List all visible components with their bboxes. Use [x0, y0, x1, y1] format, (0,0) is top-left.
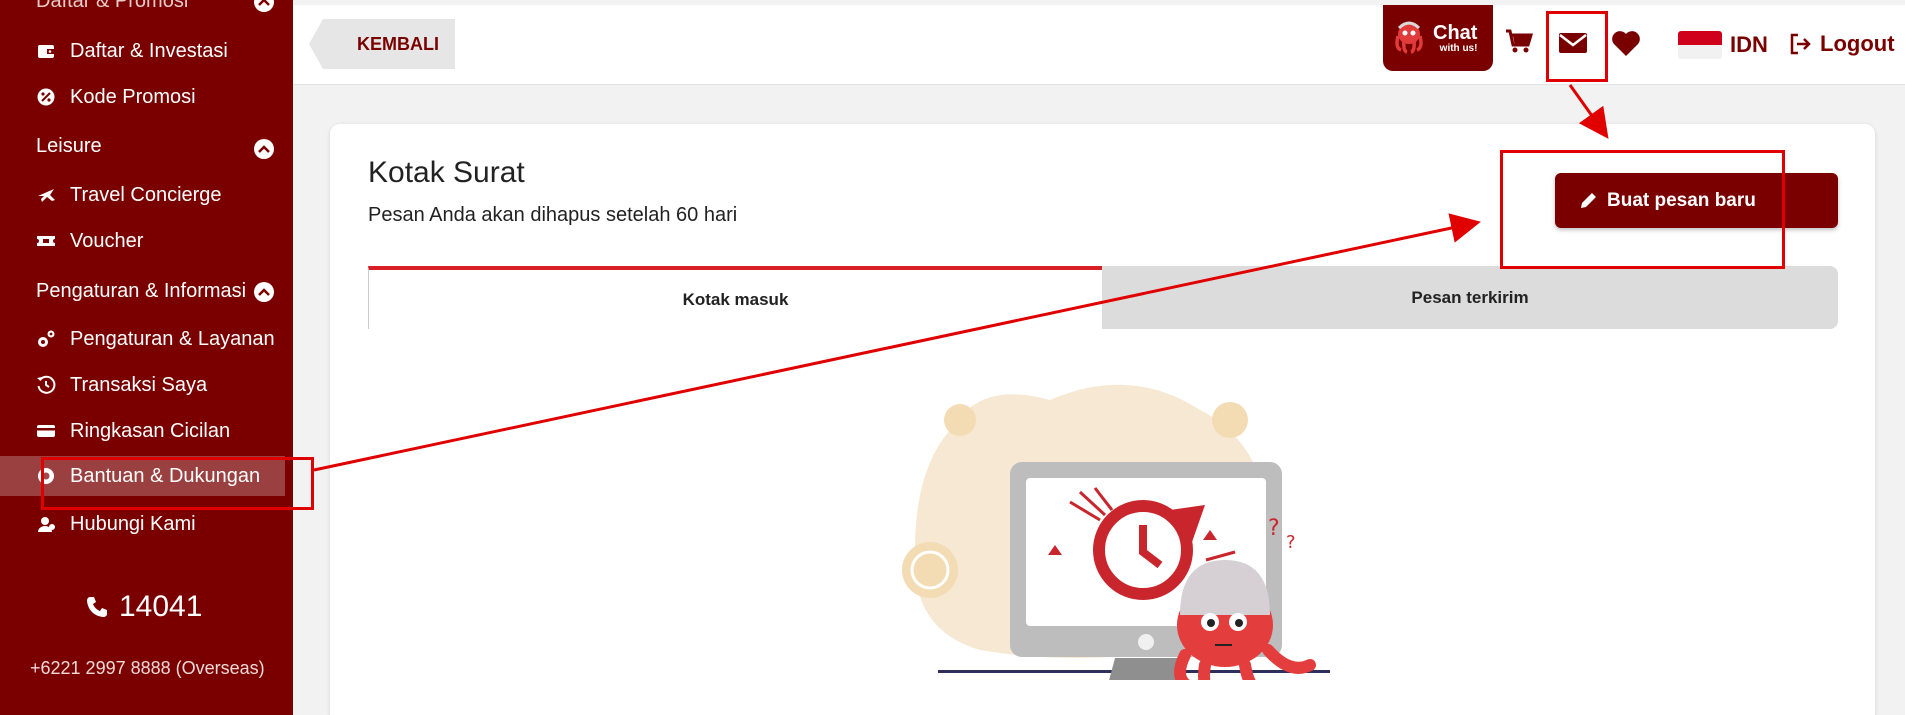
chevron-up-icon[interactable] — [254, 0, 274, 12]
phone-number[interactable]: 14041 — [85, 590, 202, 624]
phone-number-text: 14041 — [119, 590, 203, 623]
chevron-up-icon[interactable] — [254, 282, 274, 302]
chat-button[interactable]: Chat with us! — [1383, 5, 1493, 71]
tab-sent[interactable]: Pesan terkirim — [1102, 266, 1838, 329]
sidebar-item-ringkasan-cicilan[interactable]: Ringkasan Cicilan — [36, 411, 286, 451]
svg-text:?: ? — [1286, 532, 1296, 553]
ticket-icon — [36, 231, 56, 251]
sidebar-section-promo[interactable]: Daftar & Promosi — [36, 0, 188, 13]
mailbox-tabs: Kotak masuk Pesan terkirim — [368, 266, 1838, 329]
svg-text:?: ? — [1268, 516, 1280, 541]
sidebar-item-label: Kode Promosi — [70, 85, 196, 108]
logout-icon — [1788, 32, 1812, 56]
chat-title: Chat — [1433, 21, 1478, 44]
heart-icon[interactable] — [1611, 29, 1641, 62]
logout-button[interactable]: Logout — [1788, 31, 1895, 57]
top-header: KEMBALI Chat with us! IDN Logout — [293, 5, 1905, 85]
sidebar-item-daftar-investasi[interactable]: Daftar & Investasi — [36, 31, 286, 71]
sidebar-item-pengaturan-layanan[interactable]: Pengaturan & Layanan — [36, 319, 286, 359]
sidebar-item-hubungi-kami[interactable]: Hubungi Kami — [36, 504, 286, 544]
sidebar-item-label: Hubungi Kami — [70, 512, 196, 535]
sidebar-item-label: Transaksi Saya — [70, 373, 208, 396]
sidebar-item-label: Pengaturan & Layanan — [70, 327, 275, 350]
indonesia-flag-icon — [1678, 31, 1722, 59]
chevron-up-icon[interactable] — [254, 139, 274, 159]
cart-icon[interactable] — [1505, 29, 1534, 60]
page-subtitle: Pesan Anda akan dihapus setelah 60 hari — [368, 204, 738, 226]
sidebar-item-kode-promosi[interactable]: Kode Promosi — [36, 77, 286, 117]
card-icon — [36, 421, 56, 441]
sidebar-item-label: Daftar & Investasi — [70, 39, 228, 62]
logout-label: Logout — [1820, 31, 1895, 56]
page-title: Kotak Surat — [368, 156, 525, 189]
wallet-icon — [36, 41, 56, 61]
phone-icon — [85, 595, 109, 619]
sidebar-item-label: Ringkasan Cicilan — [70, 419, 231, 442]
overseas-phone: +6221 2997 8888 (Overseas) — [30, 658, 265, 678]
sidebar-item-label: Voucher — [70, 229, 144, 252]
tab-inbox[interactable]: Kotak masuk — [368, 266, 1102, 329]
annotation-box-mail — [1546, 11, 1608, 82]
language-selector[interactable]: IDN — [1678, 31, 1768, 59]
chat-subtitle: with us! — [1439, 42, 1478, 54]
sidebar-item-label: Travel Concierge — [70, 183, 222, 206]
sidebar: Daftar & Promosi Daftar & Investasi Kode… — [0, 0, 293, 715]
sidebar-item-travel-concierge[interactable]: Travel Concierge — [36, 175, 286, 215]
sidebar-item-voucher[interactable]: Voucher — [36, 221, 286, 261]
plane-icon — [36, 185, 56, 205]
sidebar-item-transaksi-saya[interactable]: Transaksi Saya — [36, 365, 286, 405]
sidebar-section-leisure[interactable]: Leisure — [36, 135, 102, 158]
octopus-mascot-icon — [1391, 20, 1427, 56]
history-icon — [36, 375, 56, 395]
gears-icon — [36, 329, 56, 349]
annotation-box-new-message — [1500, 150, 1785, 269]
language-label: IDN — [1730, 32, 1768, 57]
annotation-box-help — [41, 457, 314, 510]
contact-icon — [36, 514, 56, 534]
back-button[interactable]: KEMBALI — [309, 19, 455, 69]
promo-icon — [36, 87, 56, 107]
empty-state-illustration: ? ? — [870, 370, 1348, 701]
sidebar-section-settings[interactable]: Pengaturan & Informasi — [36, 280, 246, 303]
